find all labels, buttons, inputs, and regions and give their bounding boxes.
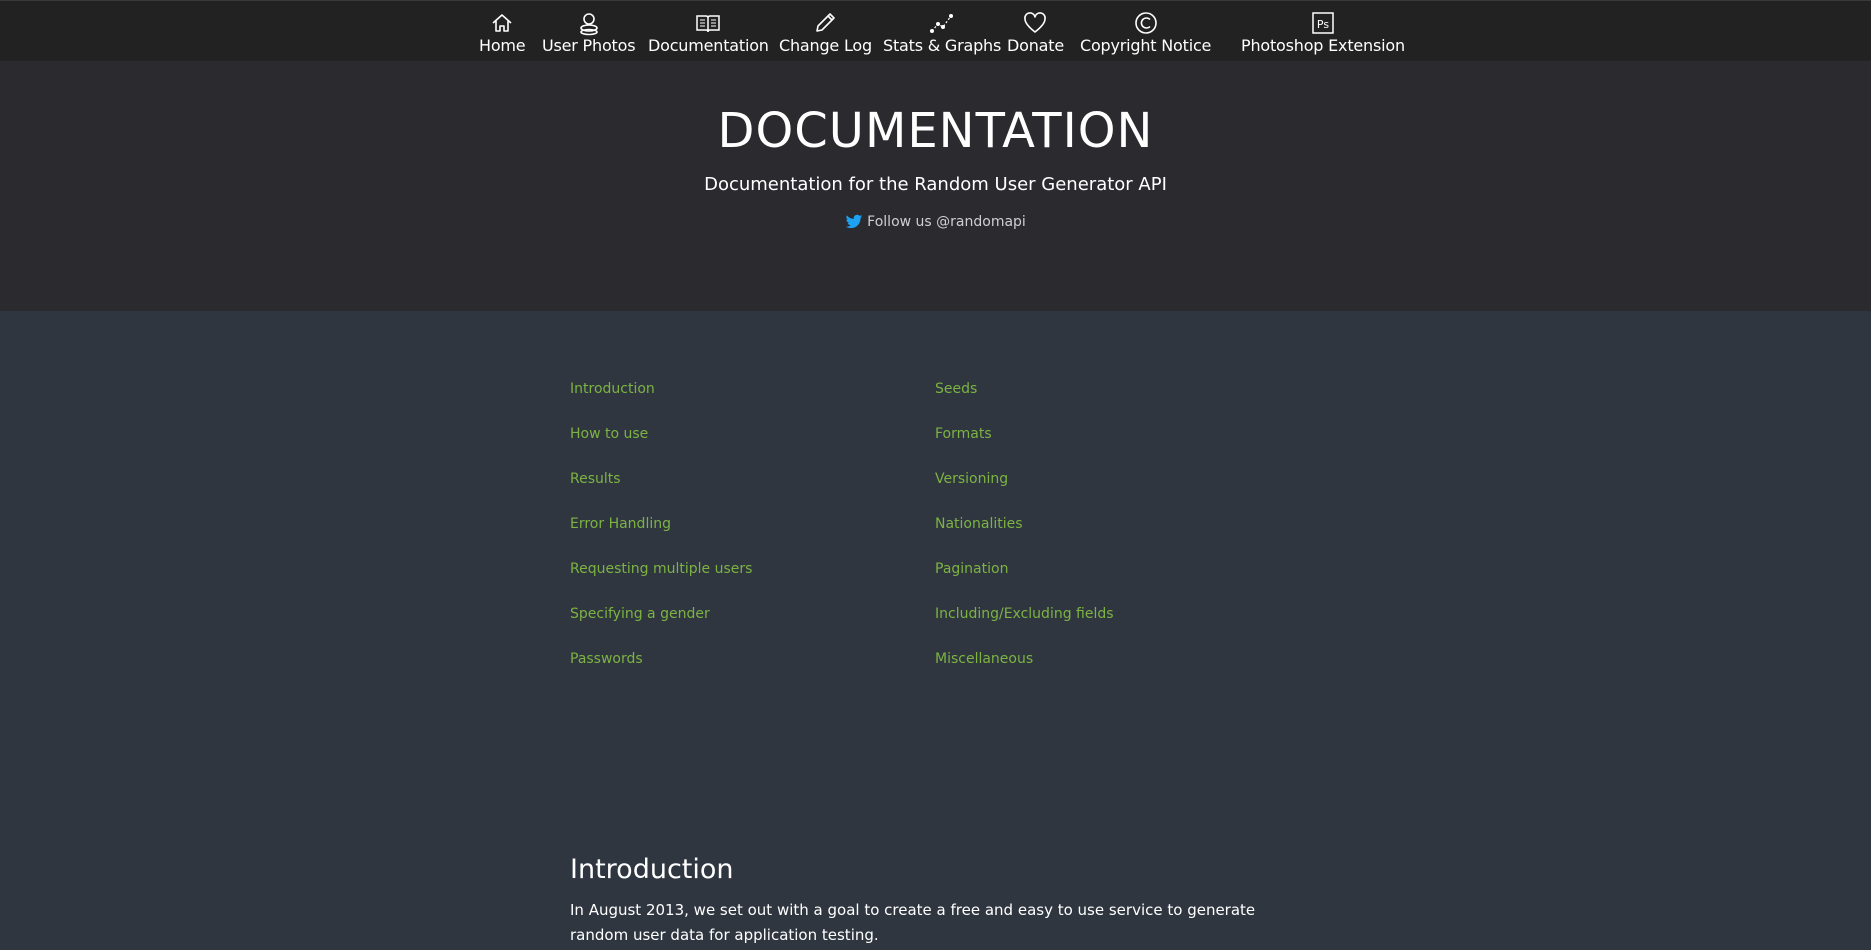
nav-user-photos[interactable]: User Photos <box>542 10 636 58</box>
svg-text:Ps: Ps <box>1317 18 1329 31</box>
nav-user-photos-label: User Photos <box>542 36 636 55</box>
toc-link-results[interactable]: Results <box>570 470 752 515</box>
toc-column-2: Seeds Formats Versioning Nationalities P… <box>935 380 1114 695</box>
user-photos-icon <box>576 10 602 36</box>
home-icon <box>489 10 515 36</box>
toc-link-including-excluding-fields[interactable]: Including/Excluding fields <box>935 605 1114 650</box>
nav-stats-graphs-label: Stats & Graphs <box>883 36 1002 55</box>
twitter-follow: Follow us @randomapi <box>0 213 1871 231</box>
toc-link-seeds[interactable]: Seeds <box>935 380 1114 425</box>
toc-link-error-handling[interactable]: Error Handling <box>570 515 752 560</box>
nav-copyright-notice-label: Copyright Notice <box>1080 36 1212 55</box>
introduction-heading: Introduction <box>570 854 734 885</box>
nav-photoshop-extension-label: Photoshop Extension <box>1241 36 1405 55</box>
nav-change-log[interactable]: Change Log <box>779 10 872 58</box>
top-navigation: Home User Photos Documentation Change Lo… <box>0 0 1871 61</box>
nav-home-label: Home <box>479 36 526 55</box>
graph-icon <box>929 10 955 36</box>
nav-home[interactable]: Home <box>479 10 526 58</box>
nav-stats-graphs[interactable]: Stats & Graphs <box>883 10 1001 58</box>
table-of-contents: Introduction How to use Results Error Ha… <box>570 380 1290 680</box>
toc-link-versioning[interactable]: Versioning <box>935 470 1114 515</box>
nav-donate-label: Donate <box>1007 36 1064 55</box>
nav-documentation[interactable]: Documentation <box>648 10 769 58</box>
nav-change-log-label: Change Log <box>779 36 872 55</box>
introduction-section: Introduction In August 2013, we set out … <box>570 852 1310 948</box>
toc-link-formats[interactable]: Formats <box>935 425 1114 470</box>
twitter-follow-text: Follow us @randomapi <box>867 214 1026 230</box>
hero-banner: DOCUMENTATION Documentation for the Rand… <box>0 61 1871 311</box>
nav-documentation-label: Documentation <box>648 36 769 55</box>
pencil-icon <box>812 10 838 36</box>
toc-link-miscellaneous[interactable]: Miscellaneous <box>935 650 1114 695</box>
page-subtitle: Documentation for the Random User Genera… <box>704 174 1167 195</box>
page-title: DOCUMENTATION <box>717 103 1154 159</box>
photoshop-icon: Ps <box>1310 10 1336 36</box>
twitter-follow-link[interactable]: Follow us @randomapi <box>845 213 1026 231</box>
nav-donate[interactable]: Donate <box>1007 10 1064 58</box>
copyright-icon <box>1133 10 1159 36</box>
toc-link-pagination[interactable]: Pagination <box>935 560 1114 605</box>
twitter-icon <box>845 214 863 230</box>
toc-link-requesting-multiple-users[interactable]: Requesting multiple users <box>570 560 752 605</box>
toc-link-how-to-use[interactable]: How to use <box>570 425 752 470</box>
nav-copyright-notice[interactable]: Copyright Notice <box>1080 10 1211 58</box>
heart-icon <box>1022 10 1048 36</box>
book-icon <box>695 10 721 36</box>
toc-link-passwords[interactable]: Passwords <box>570 650 752 695</box>
toc-link-nationalities[interactable]: Nationalities <box>935 515 1114 560</box>
toc-link-specifying-a-gender[interactable]: Specifying a gender <box>570 605 752 650</box>
toc-link-introduction[interactable]: Introduction <box>570 380 752 425</box>
introduction-body: In August 2013, we set out with a goal t… <box>570 901 1256 944</box>
toc-column-1: Introduction How to use Results Error Ha… <box>570 380 752 695</box>
nav-photoshop-extension[interactable]: Ps Photoshop Extension <box>1241 10 1405 58</box>
